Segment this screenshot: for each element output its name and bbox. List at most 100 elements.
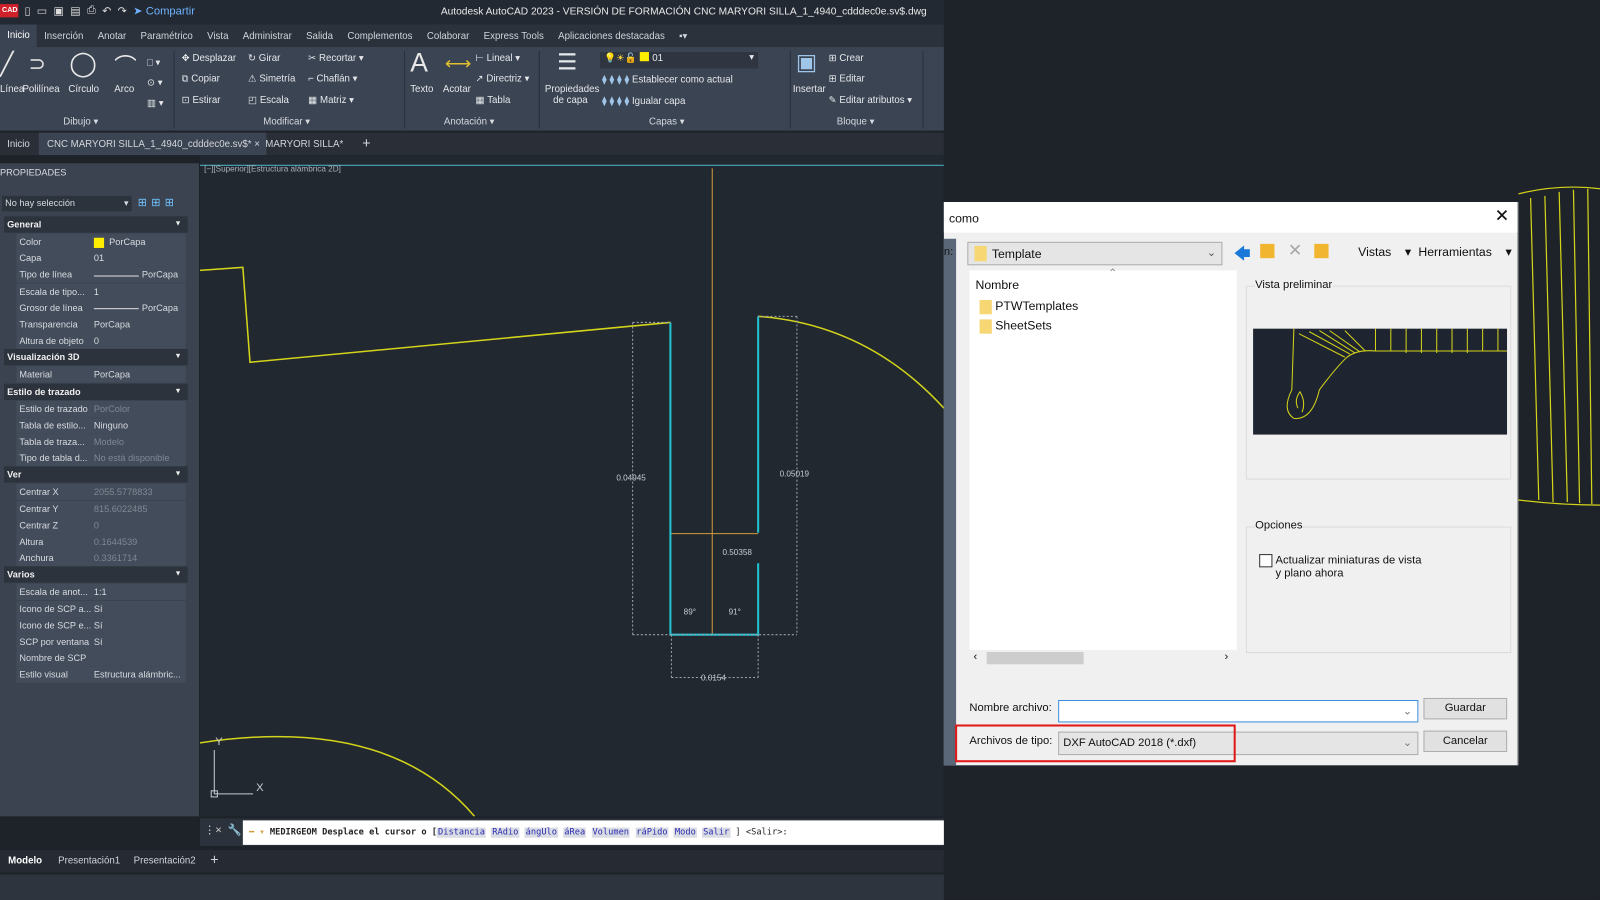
command-option[interactable]: ángUlo <box>524 827 559 838</box>
trim-button[interactable]: ✂ Recortar ▾ <box>308 53 364 64</box>
update-thumbnails-label[interactable]: Actualizar miniaturas de vista y plano a… <box>1276 554 1429 581</box>
tab-presentacion2[interactable]: Presentación2 <box>134 855 196 866</box>
line-icon[interactable]: ╱ <box>0 51 14 78</box>
tab-aplicaciones[interactable]: Aplicaciones destacadas <box>551 30 672 41</box>
share-button[interactable]: ➤ Compartir <box>133 4 195 17</box>
column-header-name[interactable]: Nombre <box>976 278 1020 292</box>
print-icon[interactable]: ⎙ <box>87 4 96 17</box>
filename-input[interactable]: ⌄ <box>1058 699 1419 723</box>
create-block-button[interactable]: ⊞ Crear <box>829 53 864 64</box>
close-command-icon[interactable]: ⋮× <box>204 823 222 836</box>
stretch-button[interactable]: ⊡ Estirar <box>182 95 221 106</box>
panel-capas[interactable]: Capas ▾ <box>649 116 685 127</box>
saveas-icon[interactable]: ▤ <box>70 4 81 17</box>
open-icon[interactable]: ▭ <box>37 4 48 17</box>
property-row[interactable]: Escala de tipo... 1 <box>16 283 186 300</box>
collapse-icon[interactable]: ▼ <box>175 216 182 232</box>
text-button[interactable]: Texto <box>410 84 433 95</box>
circle-button[interactable]: Círculo <box>68 84 99 95</box>
panel-modificar[interactable]: Modificar ▾ <box>263 116 310 127</box>
new-folder-icon[interactable] <box>1314 243 1329 259</box>
insert-icon[interactable]: ▣ <box>796 49 817 76</box>
workspace-icon[interactable]: ▪▾ <box>672 30 695 41</box>
edit-block-button[interactable]: ⊞ Editar <box>829 73 865 84</box>
slot-outline[interactable] <box>669 322 760 636</box>
property-row[interactable]: Centrar Z 0 <box>16 517 186 534</box>
quick-select-icons[interactable]: ⊞⊞⊞ <box>138 196 178 209</box>
horizontal-scrollbar[interactable]: ‹ › <box>969 649 1237 667</box>
arc-icon[interactable]: ⌒ <box>114 49 136 82</box>
tab-active-document[interactable]: CNC MARYORI SILLA_1_4940_cdddec0e.sv$* × <box>38 132 267 156</box>
command-option[interactable]: áRea <box>563 827 587 838</box>
chevron-down-icon[interactable]: ⌄ <box>1403 704 1412 717</box>
back-icon[interactable]: 🡄 <box>1234 243 1251 271</box>
collapse-icon[interactable]: ▼ <box>175 349 182 365</box>
tab-insercion[interactable]: Inserción <box>37 30 91 41</box>
tab-modelo[interactable]: Modelo <box>8 855 42 866</box>
property-row[interactable]: Tipo de tabla d... No está disponible <box>16 450 186 467</box>
property-row[interactable]: Centrar X 2055.5778833 <box>16 484 186 501</box>
cancel-button[interactable]: Cancelar <box>1423 730 1508 753</box>
property-row[interactable]: Estilo de trazado PorColor <box>16 400 186 417</box>
command-history-icon[interactable]: ━ ▾ <box>249 828 270 838</box>
scroll-thumb[interactable] <box>986 652 1084 665</box>
arc-button[interactable]: Arco <box>114 84 134 95</box>
insert-button[interactable]: Insertar <box>793 84 826 95</box>
tab-home[interactable]: Inicio <box>7 139 30 150</box>
section-header[interactable]: Visualización 3D ▼ <box>4 349 188 366</box>
command-option[interactable]: Volumen <box>591 827 631 838</box>
autocad-logo[interactable]: CAD <box>0 4 19 18</box>
edit-attributes-button[interactable]: ✎ Editar atributos ▾ <box>829 95 913 106</box>
up-folder-icon[interactable] <box>1260 243 1275 259</box>
section-header[interactable]: Varios ▼ <box>4 566 188 584</box>
lookin-dropdown[interactable]: Template ⌄ <box>967 241 1223 266</box>
close-tab-icon[interactable]: × <box>254 139 260 150</box>
drawing-canvas[interactable]: [−][Superior][Estructura alámbrica 2D] 0… <box>199 155 945 817</box>
file-list[interactable]: Nombre ⌃ PTWTemplates SheetSets ‹ › <box>969 267 1237 667</box>
chamfer-button[interactable]: ⌐ Chaflán ▾ <box>308 73 357 84</box>
property-row[interactable]: Grosor de línea PorCapa <box>16 299 186 317</box>
tab-salida[interactable]: Salida <box>299 30 340 41</box>
property-row[interactable]: Tipo de línea PorCapa <box>16 266 186 284</box>
file-item[interactable]: PTWTemplates <box>979 299 1078 315</box>
tab-express-tools[interactable]: Express Tools <box>477 30 551 41</box>
viewport-label[interactable]: [−][Superior][Estructura alámbrica 2D] <box>204 164 341 173</box>
scroll-right-icon[interactable]: › <box>1224 651 1228 663</box>
new-tab-button[interactable]: + <box>362 135 370 151</box>
section-header[interactable]: General ▼ <box>4 216 188 233</box>
command-option[interactable]: ráPido <box>635 827 669 838</box>
line-button[interactable]: Línea <box>0 84 24 95</box>
close-icon[interactable]: ✕ <box>1495 206 1510 226</box>
property-row[interactable]: Icono de SCP a... Sí <box>16 600 186 617</box>
property-row[interactable]: Transparencia PorCapa <box>16 316 186 333</box>
rotate-button[interactable]: ↻ Girar <box>248 53 280 64</box>
collapse-icon[interactable]: ▼ <box>175 383 182 399</box>
views-menu[interactable]: Vistas ▾ <box>1358 245 1411 259</box>
mirror-button[interactable]: ⚠ Simetría <box>248 73 295 84</box>
property-row[interactable]: Altura 0.1644539 <box>16 533 186 550</box>
property-row[interactable]: Escala de anot... 1:1 <box>16 584 186 601</box>
layer-properties-icon[interactable]: ☰ <box>557 49 577 76</box>
tab-parametrico[interactable]: Paramétrico <box>133 30 200 41</box>
property-row[interactable]: Capa 01 <box>16 250 186 267</box>
layer-tools-row2[interactable]: ⧫ ⧫ ⧫ ⧫ Igualar capa <box>602 96 685 107</box>
customize-wrench-icon[interactable]: 🔧 <box>228 823 242 836</box>
tools-menu[interactable]: Herramientas ▾ <box>1418 245 1511 259</box>
tab-anotar[interactable]: Anotar <box>91 30 134 41</box>
move-button[interactable]: ✥ Desplazar <box>182 53 236 64</box>
tab-maryori-silla[interactable]: MARYORI SILLA* <box>265 139 343 150</box>
property-row[interactable]: Tabla de estilo... Ninguno <box>16 417 186 434</box>
polyline-icon[interactable]: ⊃ <box>29 51 46 77</box>
undo-icon[interactable]: ↶ <box>102 4 111 17</box>
command-option[interactable]: Modo <box>673 827 697 838</box>
property-row[interactable]: Color PorCapa <box>16 233 186 250</box>
property-row[interactable]: Material PorCapa <box>16 366 186 384</box>
collapse-icon[interactable]: ▼ <box>175 467 182 483</box>
text-icon[interactable]: A <box>410 47 428 79</box>
array-button[interactable]: ▦ Matriz ▾ <box>308 95 354 106</box>
redo-icon[interactable]: ↷ <box>118 4 127 17</box>
layer-properties-button[interactable]: Propiedades de capa <box>545 84 599 106</box>
delete-icon[interactable]: ✕ <box>1288 241 1303 261</box>
command-option[interactable]: Salir <box>702 827 731 838</box>
layer-tools-row1[interactable]: ⧫ ⧫ ⧫ ⧫ Establecer como actual <box>602 74 733 85</box>
